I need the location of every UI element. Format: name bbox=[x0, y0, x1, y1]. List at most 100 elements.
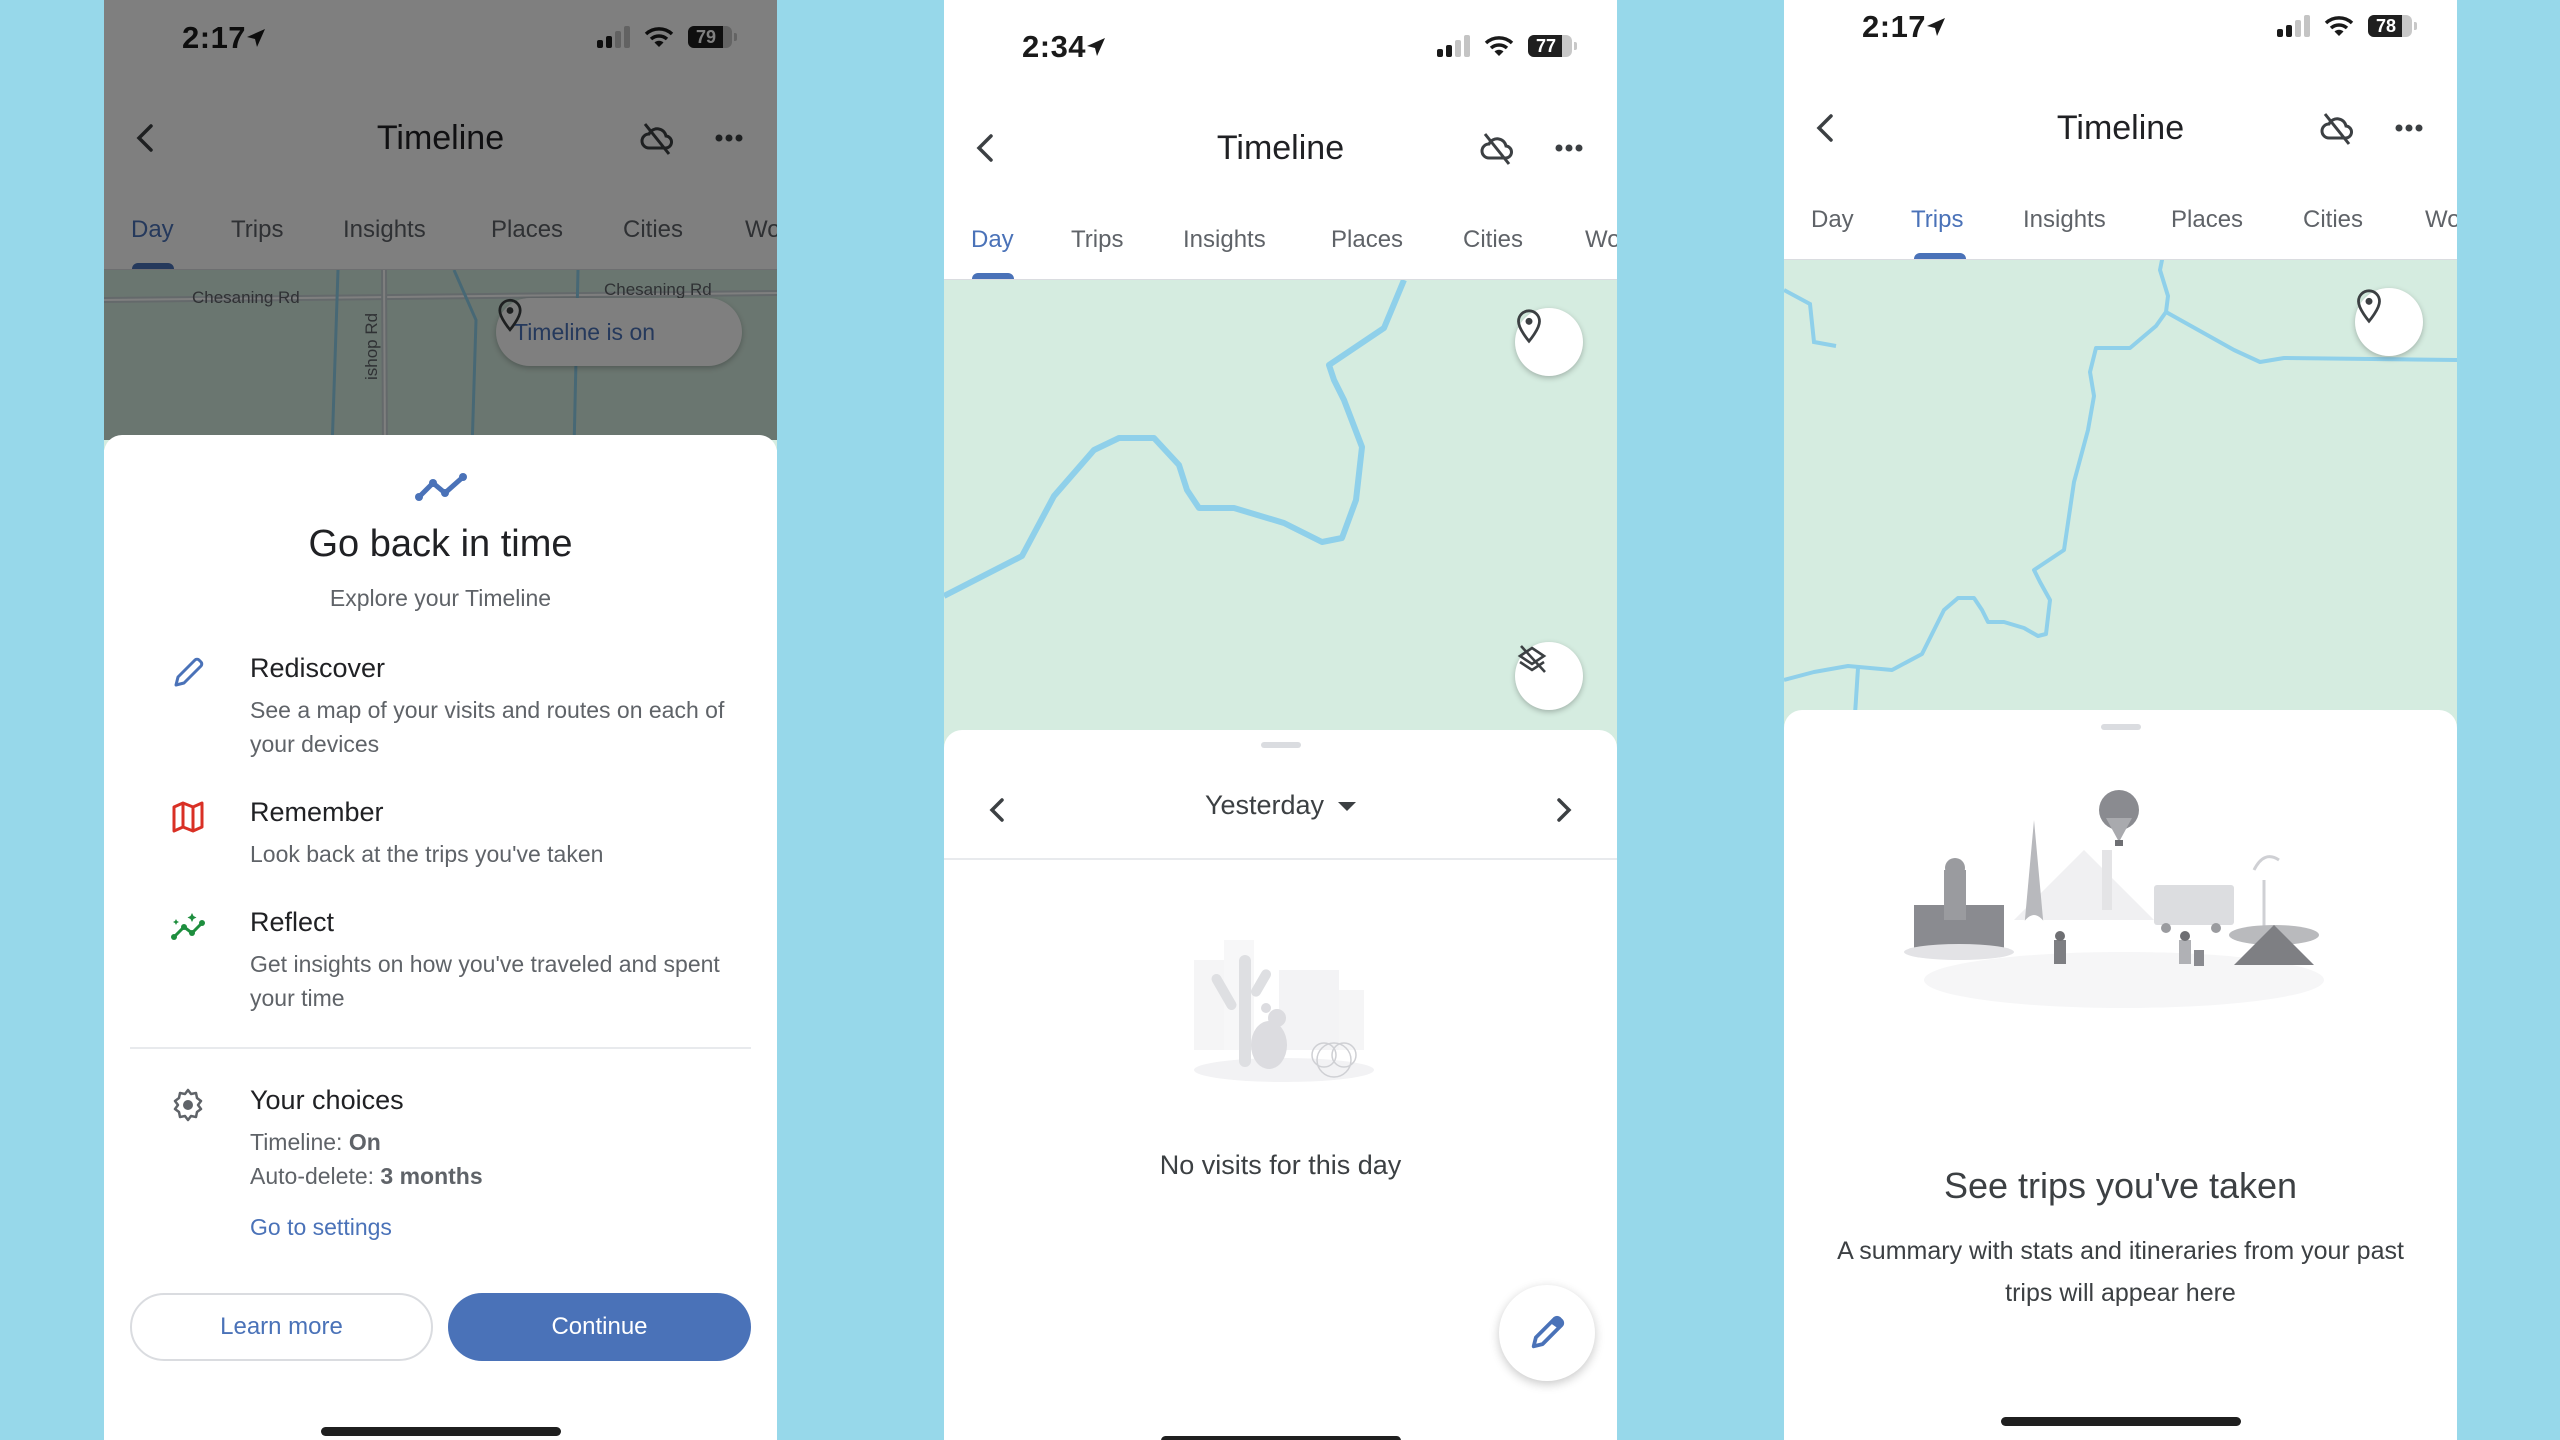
autodelete-setting-label: Auto-delete: bbox=[250, 1163, 381, 1189]
tab-places[interactable]: Places bbox=[2171, 190, 2243, 250]
tab-bar: Day Trips Insights Places Cities Wo bbox=[104, 200, 777, 270]
tab-insights[interactable]: Insights bbox=[1183, 210, 1266, 270]
wifi-icon bbox=[2324, 16, 2354, 36]
day-sheet: Yesterday No visits for this day bbox=[944, 730, 1617, 1440]
status-time: 2:34 bbox=[1022, 29, 1087, 64]
home-indicator bbox=[320, 1427, 561, 1436]
tab-cities[interactable]: Cities bbox=[623, 200, 683, 260]
edit-fab[interactable] bbox=[1499, 1285, 1595, 1381]
tab-day[interactable]: Day bbox=[971, 210, 1014, 270]
app-bar: Timeline bbox=[944, 108, 1617, 188]
tab-trips[interactable]: Trips bbox=[1911, 190, 1963, 250]
app-bar: Timeline bbox=[104, 98, 777, 178]
tab-insights[interactable]: Insights bbox=[343, 200, 426, 260]
tab-places[interactable]: Places bbox=[1331, 210, 1403, 270]
phone-screen-trips: 2:17 78 Timeline Day Trips Insights Plac… bbox=[1784, 0, 2457, 1440]
timeline-setting-label: Timeline: bbox=[250, 1129, 349, 1155]
cloud-off-icon[interactable] bbox=[1477, 128, 1517, 168]
battery-tip bbox=[2414, 22, 2417, 30]
tab-trips[interactable]: Trips bbox=[1071, 210, 1123, 270]
tab-day[interactable]: Day bbox=[1811, 190, 1854, 250]
divider bbox=[130, 1047, 751, 1049]
status-bar: 2:34 77 bbox=[944, 29, 1617, 89]
tab-world[interactable]: Wo bbox=[2425, 190, 2457, 250]
status-time: 2:17 bbox=[182, 20, 247, 55]
location-arrow-icon bbox=[1927, 18, 1945, 36]
map-icon bbox=[172, 801, 204, 833]
feature-desc: See a map of your visits and routes on e… bbox=[250, 697, 725, 757]
layers-off-icon bbox=[1517, 645, 1547, 673]
battery-tip bbox=[1574, 42, 1577, 50]
timeline-line-icon bbox=[414, 473, 467, 501]
trips-sheet: See trips you've taken A summary with st… bbox=[1784, 710, 2457, 1440]
pencil-icon bbox=[174, 657, 204, 687]
date-picker[interactable]: Yesterday bbox=[944, 790, 1617, 821]
sheet-handle[interactable] bbox=[1260, 742, 1301, 748]
feature-title: Reflect bbox=[250, 907, 335, 937]
location-pin-button[interactable] bbox=[2355, 288, 2423, 356]
layers-off-button[interactable] bbox=[1515, 642, 1583, 710]
tab-world[interactable]: Wo bbox=[1585, 210, 1617, 270]
tab-places[interactable]: Places bbox=[491, 200, 563, 260]
more-options-button[interactable] bbox=[709, 118, 749, 158]
tab-cities[interactable]: Cities bbox=[2303, 190, 2363, 250]
phone-screen-day: 2:34 77 Timeline Day Trips Insights Plac… bbox=[944, 0, 1617, 1440]
next-day-button[interactable] bbox=[1545, 792, 1581, 828]
pencil-icon bbox=[1531, 1315, 1565, 1349]
tab-indicator bbox=[1914, 253, 1966, 259]
road-label: Chesaning Rd bbox=[604, 280, 712, 299]
more-options-button[interactable] bbox=[1549, 128, 1589, 168]
tab-cities[interactable]: Cities bbox=[1463, 210, 1523, 270]
road-label: Chesaning Rd bbox=[192, 288, 300, 307]
location-pin-icon bbox=[498, 298, 522, 332]
chip-label: Timeline is on bbox=[514, 318, 656, 345]
battery-icon: 79 bbox=[688, 26, 732, 48]
gear-icon bbox=[173, 1088, 203, 1122]
wifi-icon bbox=[644, 27, 674, 47]
tab-day[interactable]: Day bbox=[131, 200, 174, 260]
battery-icon: 77 bbox=[1528, 35, 1572, 57]
go-to-settings-link[interactable]: Go to settings bbox=[250, 1214, 392, 1241]
date-navigator: Yesterday bbox=[944, 760, 1617, 860]
home-indicator bbox=[1160, 1436, 1401, 1440]
autodelete-setting-value: 3 months bbox=[380, 1163, 483, 1189]
location-pin-button[interactable] bbox=[1515, 308, 1583, 376]
learn-more-button[interactable]: Learn more bbox=[130, 1293, 433, 1361]
choices-title: Your choices bbox=[250, 1085, 404, 1115]
choices-detail: Timeline: On Auto-delete: 3 months bbox=[250, 1125, 740, 1193]
feature-desc: Get insights on how you've traveled and … bbox=[250, 951, 720, 1011]
status-icons: 79 bbox=[597, 26, 737, 48]
status-bar: 2:17 78 bbox=[1784, 9, 2457, 69]
continue-button[interactable]: Continue bbox=[448, 1293, 751, 1361]
timeline-status-chip[interactable]: Timeline is on bbox=[496, 298, 742, 366]
sheet-title: Go back in time bbox=[308, 523, 573, 565]
cloud-off-icon[interactable] bbox=[2317, 108, 2357, 148]
map-view[interactable] bbox=[944, 280, 1617, 750]
home-indicator bbox=[2000, 1417, 2241, 1426]
battery-tip bbox=[734, 33, 737, 41]
sheet-handle[interactable] bbox=[2100, 724, 2141, 730]
date-label: Yesterday bbox=[1204, 790, 1325, 820]
tab-bar: Day Trips Insights Places Cities Wo bbox=[1784, 190, 2457, 260]
tab-world[interactable]: Wo bbox=[745, 200, 777, 260]
location-pin-icon bbox=[1517, 309, 1541, 344]
empty-state-description: A summary with stats and itineraries fro… bbox=[1837, 1237, 2404, 1307]
tab-insights[interactable]: Insights bbox=[2023, 190, 2106, 250]
travel-illustration bbox=[1904, 790, 2324, 1008]
status-icons: 77 bbox=[1437, 35, 1577, 57]
feature-desc: Look back at the trips you've taken bbox=[250, 841, 604, 867]
tab-indicator bbox=[132, 263, 174, 269]
status-icons: 78 bbox=[2277, 15, 2417, 37]
onboarding-sheet: Go back in time Explore your Timeline Re… bbox=[104, 435, 777, 1440]
map-view[interactable] bbox=[1784, 260, 2457, 730]
location-pin-icon bbox=[2357, 289, 2381, 324]
cloud-off-icon[interactable] bbox=[637, 118, 677, 158]
more-options-button[interactable] bbox=[2389, 108, 2429, 148]
tab-indicator bbox=[972, 273, 1014, 279]
signal-icon bbox=[2277, 15, 2310, 37]
dropdown-caret-icon bbox=[1338, 802, 1357, 812]
tab-trips[interactable]: Trips bbox=[231, 200, 283, 260]
feature-title: Rediscover bbox=[250, 653, 386, 683]
timeline-setting-value: On bbox=[348, 1129, 381, 1155]
battery-icon: 78 bbox=[2368, 15, 2412, 37]
